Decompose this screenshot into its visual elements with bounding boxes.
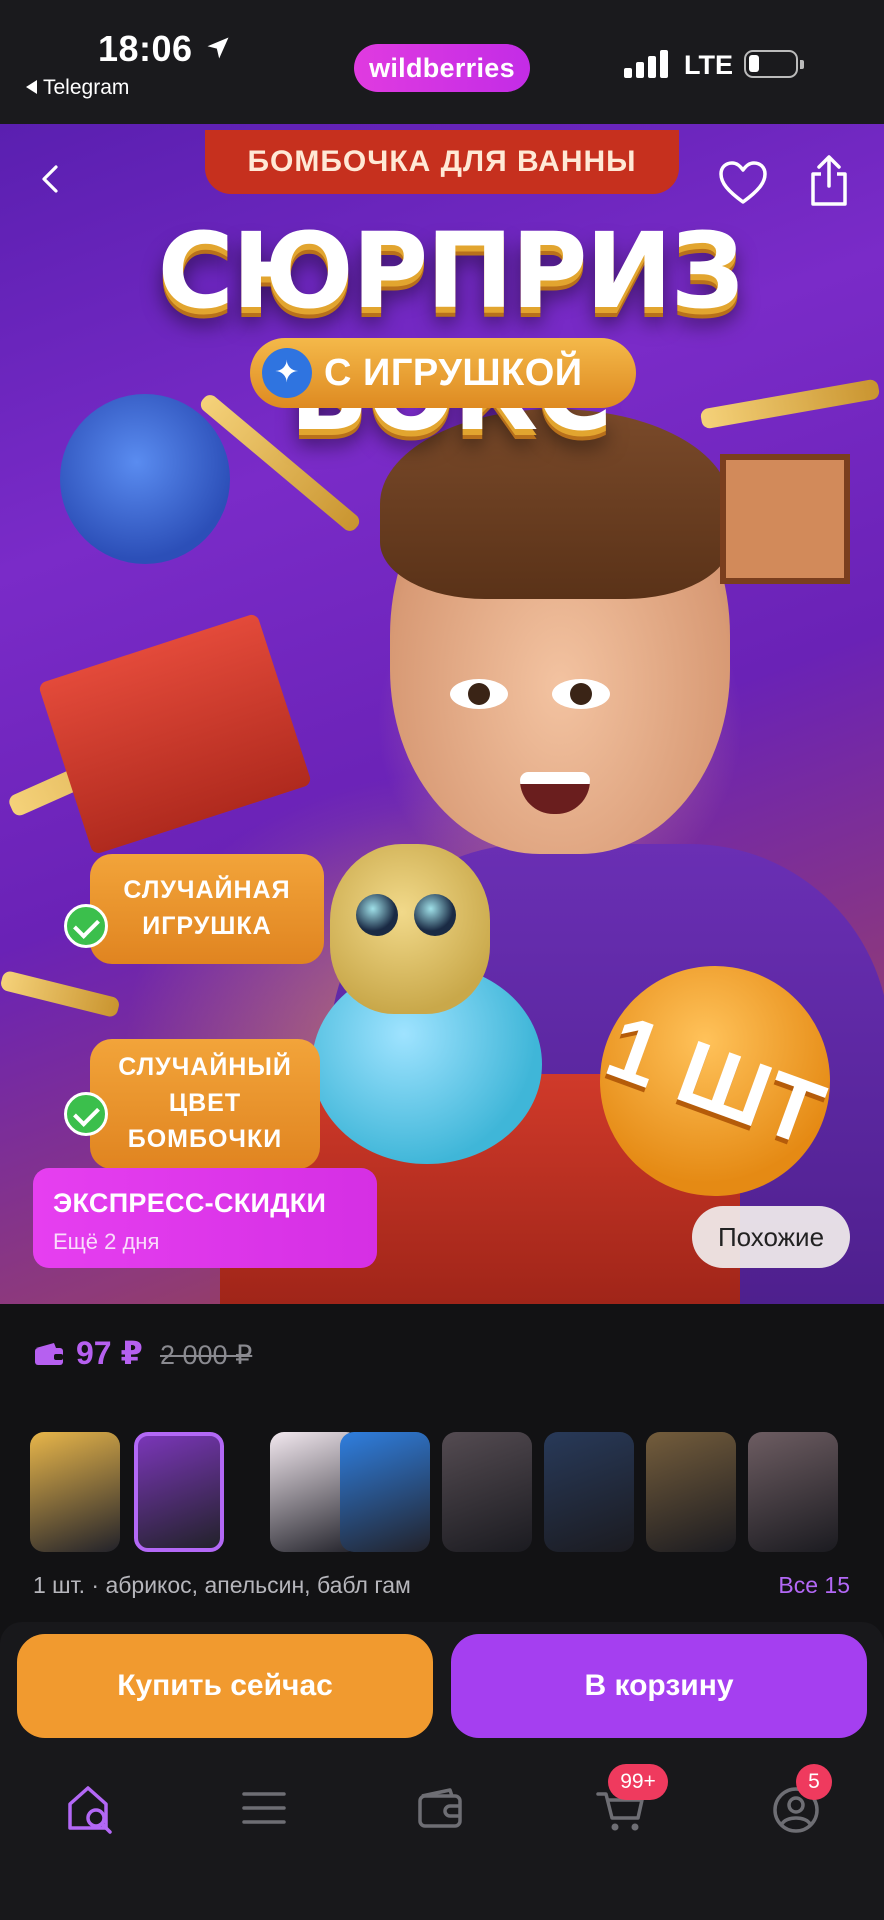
sparkle-icon: ✦ bbox=[262, 348, 312, 398]
wildberries-logo: wildberries bbox=[354, 44, 530, 92]
variant-thumb[interactable] bbox=[30, 1432, 120, 1552]
gift-box-lid bbox=[37, 612, 313, 856]
variant-thumbnails bbox=[30, 1432, 884, 1552]
variant-thumb[interactable] bbox=[748, 1432, 838, 1552]
toy-eye-left bbox=[356, 894, 398, 936]
variant-thumb[interactable] bbox=[340, 1432, 430, 1552]
buy-now-button[interactable]: Купить сейчас bbox=[17, 1634, 433, 1738]
hero-pill-label: С ИГРУШКОЙ bbox=[324, 352, 583, 394]
feature-text: ЦВЕТ bbox=[168, 1089, 242, 1117]
checkmark-icon bbox=[64, 904, 108, 948]
wallet-icon bbox=[35, 1343, 63, 1365]
nav-catalog[interactable] bbox=[236, 1782, 296, 1836]
ribbon-decoration bbox=[0, 969, 121, 1019]
feature-text: СЛУЧАЙНЫЙ bbox=[118, 1053, 292, 1081]
bottom-navigation: 99+ 5 bbox=[0, 1740, 884, 1920]
back-app-label: Telegram bbox=[43, 76, 130, 99]
feature-random-toy: СЛУЧАЙНАЯ ИГРУШКА bbox=[90, 854, 324, 964]
express-title: ЭКСПРЕСС-СКИДКИ bbox=[53, 1188, 327, 1218]
feature-text: ИГРУШКА bbox=[142, 912, 272, 940]
feature-text: БОМБОЧКИ bbox=[127, 1125, 283, 1153]
similar-button[interactable]: Похожие bbox=[692, 1206, 850, 1268]
feature-random-color: СЛУЧАЙНЫЙ ЦВЕТ БОМБОЧКИ bbox=[90, 1039, 320, 1169]
cart-badge: 99+ bbox=[608, 1764, 668, 1800]
action-bar: Купить сейчас В корзину bbox=[0, 1622, 884, 1740]
hero-top-banner: БОМБОЧКА ДЛЯ ВАННЫ bbox=[205, 130, 679, 194]
product-image[interactable]: БОМБОЧКА ДЛЯ ВАННЫ СЮРПРИЗ БОКС ✦ С ИГРУ… bbox=[0, 124, 884, 1304]
status-time: 18:06 bbox=[98, 28, 193, 69]
variant-description: 1 шт. · абрикос, апельсин, бабл гам bbox=[33, 1572, 411, 1598]
menu-icon bbox=[242, 1792, 286, 1824]
hero-pill: ✦ С ИГРУШКОЙ bbox=[250, 338, 636, 408]
nav-home[interactable] bbox=[62, 1782, 122, 1836]
add-to-cart-button[interactable]: В корзину bbox=[451, 1634, 867, 1738]
battery-icon bbox=[744, 50, 804, 78]
back-chevron-icon[interactable] bbox=[36, 164, 66, 194]
boy-eye-left bbox=[450, 679, 508, 709]
network-label: LTE bbox=[684, 50, 733, 80]
back-triangle-icon bbox=[26, 80, 37, 94]
hero-title: СЮРПРИЗ БОКС bbox=[157, 210, 745, 454]
location-arrow-icon bbox=[207, 37, 229, 59]
nav-wallet[interactable] bbox=[412, 1782, 472, 1836]
old-price: 2 000 ₽ bbox=[160, 1340, 253, 1370]
share-icon[interactable] bbox=[808, 154, 850, 208]
express-subtitle: Ещё 2 дня bbox=[53, 1229, 160, 1254]
variant-thumb[interactable] bbox=[646, 1432, 736, 1552]
home-search-icon bbox=[68, 1786, 112, 1834]
boy-eye-right bbox=[552, 679, 610, 709]
signal-icon bbox=[624, 50, 668, 78]
variant-thumb[interactable] bbox=[544, 1432, 634, 1552]
all-variants-link[interactable]: Все 15 bbox=[778, 1572, 850, 1599]
favorite-heart-icon[interactable] bbox=[718, 160, 768, 206]
wallet-nav-icon bbox=[418, 1788, 462, 1828]
feature-text: СЛУЧАЙНАЯ bbox=[123, 876, 291, 904]
current-price: 97 ₽ bbox=[76, 1335, 143, 1371]
back-to-telegram-link[interactable]: Telegram bbox=[26, 76, 129, 100]
toy-eye-right bbox=[414, 894, 456, 936]
express-discount-banner[interactable]: ЭКСПРЕСС-СКИДКИ Ещё 2 дня bbox=[33, 1168, 377, 1268]
toy-figure bbox=[330, 844, 490, 1014]
price-row: 97 ₽ 2 000 ₽ bbox=[0, 1304, 884, 1404]
variant-thumb[interactable] bbox=[442, 1432, 532, 1552]
checkmark-icon bbox=[64, 1092, 108, 1136]
status-bar: 18:06 Telegram wildberries LTE bbox=[0, 0, 884, 124]
blocky-figure-toy bbox=[720, 454, 850, 584]
variant-thumb-selected[interactable] bbox=[134, 1432, 224, 1552]
profile-badge: 5 bbox=[796, 1764, 832, 1800]
